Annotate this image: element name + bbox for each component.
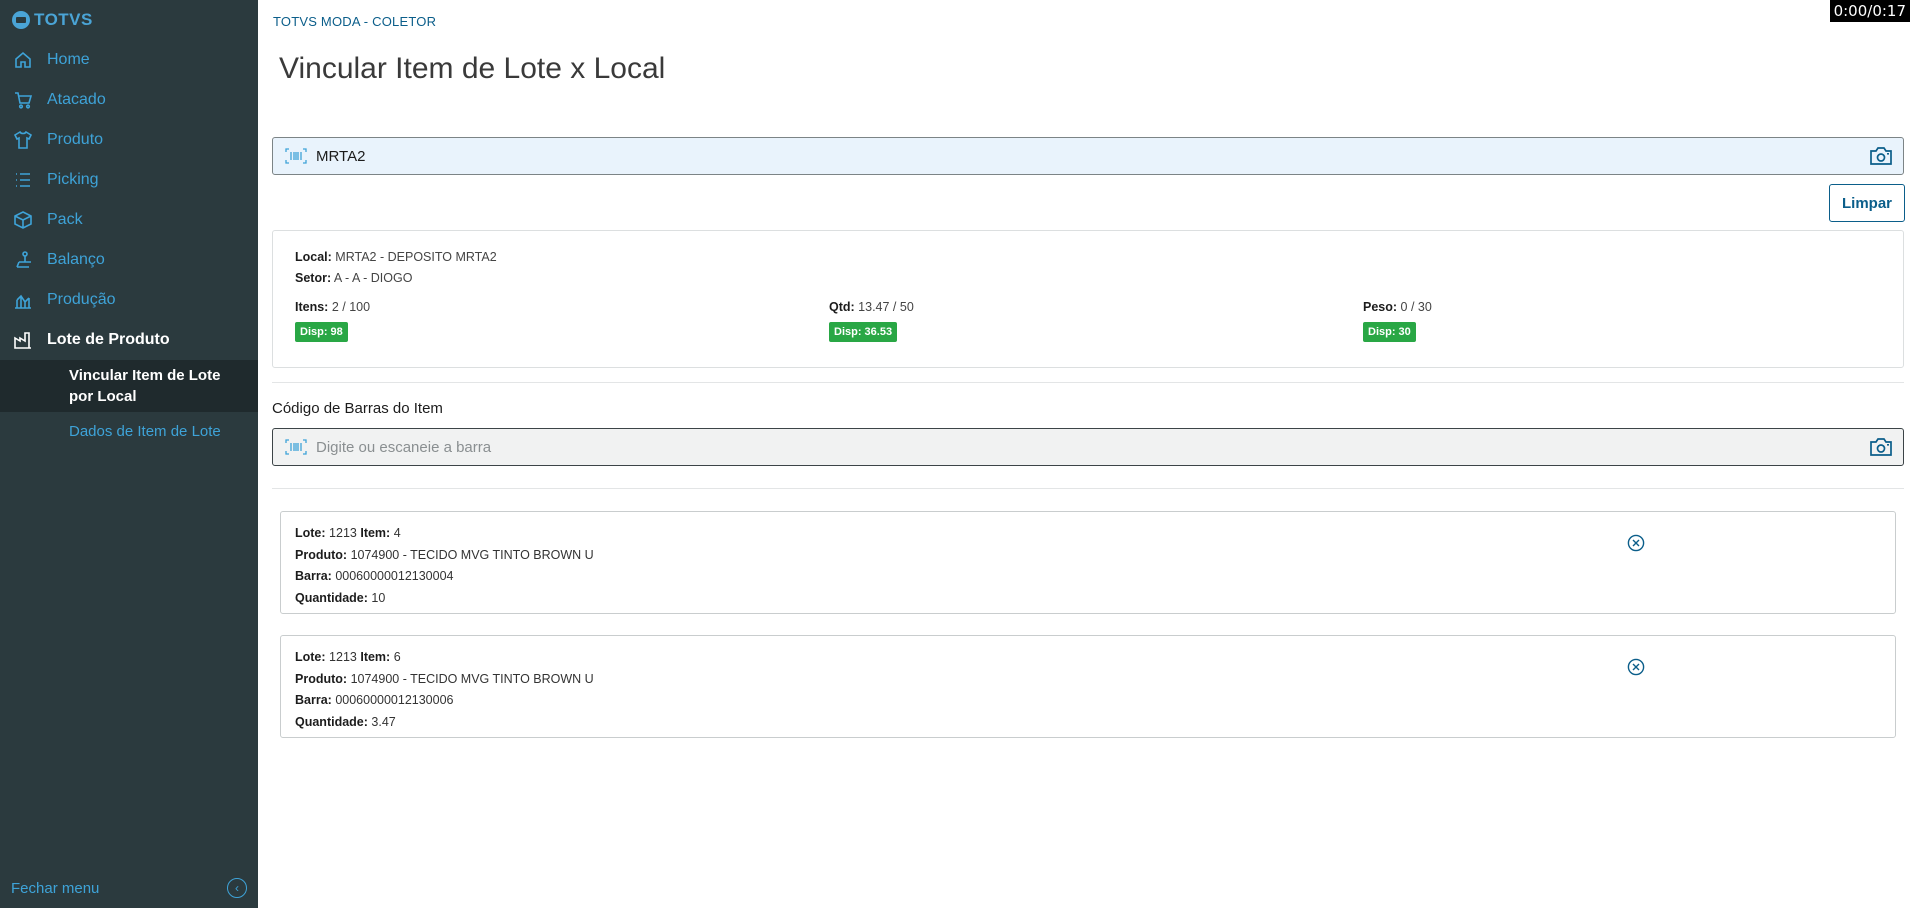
list-item: Lote: 1213 Item: 4 Produto: 1074900 - TE… [280, 511, 1896, 614]
setor-label: Setor: [295, 271, 332, 285]
sidebar-item-label: Balanço [47, 251, 105, 268]
barra-row: Barra: 00060000012130004 [295, 566, 1881, 588]
quantidade-value: 10 [371, 590, 386, 605]
chevron-left-icon: ‹ [227, 878, 247, 898]
sidebar: TOTVS Home Atacado Produto Picking Pack [0, 0, 258, 908]
local-value: MRTA2 - DEPOSITO MRTA2 [335, 250, 497, 264]
status-badge: Disp: 36.53 [829, 322, 898, 342]
item-barcode-input[interactable] [316, 438, 1869, 456]
sidebar-item-label: Pack [47, 211, 83, 228]
lote-label: Lote: [295, 650, 326, 664]
brand-logo[interactable]: TOTVS [12, 10, 93, 30]
item-value: 4 [393, 526, 401, 540]
sidebar-subitem-dados-item-lote[interactable]: Dados de Item de Lote [0, 412, 258, 451]
clear-button[interactable]: Limpar [1829, 184, 1905, 222]
quantidade-value: 3.47 [371, 714, 396, 729]
stat-label: Peso: [1363, 300, 1398, 314]
close-menu-button[interactable]: Fechar menu ‹ [11, 878, 247, 898]
setor-row: Setor: A - A - DIOGO [295, 268, 1881, 289]
sidebar-item-pack[interactable]: Pack [0, 200, 258, 240]
barcode-icon [285, 439, 307, 455]
stat-value: 2 / 100 [331, 300, 371, 314]
breadcrumb: TOTVS MODA - COLETOR [273, 14, 437, 29]
barra-label: Barra: [295, 569, 332, 583]
camera-icon[interactable] [1869, 437, 1893, 457]
sidebar-item-label: Produto [47, 131, 104, 148]
sidebar-item-home[interactable]: Home [0, 40, 258, 80]
barcode-icon [285, 148, 307, 164]
home-icon [12, 49, 34, 71]
status-badge: Disp: 98 [295, 322, 348, 342]
barra-value: 00060000012130004 [335, 569, 454, 583]
sidebar-item-label: Home [47, 51, 90, 68]
sidebar-item-label: Lote de Produto [47, 331, 170, 348]
sidebar-item-label: Produção [47, 291, 116, 308]
quantidade-row: Quantidade: 10 [295, 588, 1881, 610]
quantidade-label: Quantidade: [295, 590, 368, 605]
quantidade-label: Quantidade: [295, 714, 368, 729]
item-barcode-label: Código de Barras do Item [272, 400, 443, 417]
barra-label: Barra: [295, 693, 332, 707]
shirt-icon [12, 129, 34, 151]
sidebar-item-label: Picking [47, 171, 99, 188]
chart-icon [12, 289, 34, 311]
list-item: Lote: 1213 Item: 6 Produto: 1074900 - TE… [280, 635, 1896, 738]
status-badge: Disp: 30 [1363, 322, 1416, 342]
item-barcode-field [272, 428, 1904, 466]
close-menu-label: Fechar menu [11, 879, 100, 897]
scale-icon [12, 249, 34, 271]
stat-value: 13.47 / 50 [858, 300, 914, 314]
sidebar-item-balanco[interactable]: Balanço [0, 240, 258, 280]
totvs-logo-icon [12, 11, 30, 29]
sidebar-item-lote-de-produto[interactable]: Lote de Produto [0, 320, 258, 360]
sidebar-nav: Home Atacado Produto Picking Pack Balanç… [0, 40, 258, 451]
stat-itens: Itens: 2 / 100 Disp: 98 [295, 297, 370, 342]
video-timer: 0:00/0:17 [1829, 0, 1910, 22]
produto-label: Produto: [295, 671, 348, 686]
remove-item-icon[interactable] [1627, 658, 1645, 676]
main-content: TOTVS MODA - COLETOR Vincular Item de Lo… [258, 0, 1910, 908]
page-title: Vincular Item de Lote x Local [279, 52, 666, 85]
box-icon [12, 209, 34, 231]
local-row: Local: MRTA2 - DEPOSITO MRTA2 [295, 247, 1881, 268]
stat-value: 0 / 30 [1400, 300, 1432, 314]
barra-row: Barra: 00060000012130006 [295, 690, 1881, 712]
stat-label: Itens: [295, 300, 329, 314]
produto-label: Produto: [295, 547, 348, 562]
barra-value: 00060000012130006 [335, 693, 454, 707]
stat-qtd: Qtd: 13.47 / 50 Disp: 36.53 [829, 297, 914, 342]
sidebar-subitem-vincular-item-lote[interactable]: Vincular Item de Lote por Local [0, 360, 258, 412]
cart-icon [12, 89, 34, 111]
setor-value: A - A - DIOGO [333, 271, 413, 285]
camera-icon[interactable] [1869, 146, 1893, 166]
remove-item-icon[interactable] [1627, 534, 1645, 552]
lote-value: 1213 [329, 650, 357, 664]
stat-label: Qtd: [829, 300, 855, 314]
factory-icon [12, 329, 34, 351]
brand-name: TOTVS [34, 10, 93, 29]
lote-value: 1213 [329, 526, 357, 540]
quantidade-row: Quantidade: 3.47 [295, 712, 1881, 734]
produto-value: 1074900 - TECIDO MVG TINTO BROWN U [350, 547, 594, 562]
local-label: Local: [295, 250, 332, 264]
produto-value: 1074900 - TECIDO MVG TINTO BROWN U [350, 671, 594, 686]
divider [272, 488, 1904, 489]
app-root: TOTVS Home Atacado Produto Picking Pack [0, 0, 1910, 908]
local-barcode-field [272, 137, 1904, 175]
sidebar-item-producao[interactable]: Produção [0, 280, 258, 320]
sidebar-item-picking[interactable]: Picking [0, 160, 258, 200]
item-value: 6 [393, 650, 401, 664]
divider [272, 382, 1904, 383]
sidebar-item-atacado[interactable]: Atacado [0, 80, 258, 120]
local-barcode-input[interactable] [316, 147, 1869, 165]
item-label: Item: [360, 526, 391, 540]
item-label: Item: [360, 650, 391, 664]
sidebar-item-label: Atacado [47, 91, 106, 108]
list-icon [12, 169, 34, 191]
lote-label: Lote: [295, 526, 326, 540]
sidebar-item-produto[interactable]: Produto [0, 120, 258, 160]
stat-peso: Peso: 0 / 30 Disp: 30 [1363, 297, 1432, 342]
local-info-card: Local: MRTA2 - DEPOSITO MRTA2 Setor: A -… [272, 230, 1904, 368]
